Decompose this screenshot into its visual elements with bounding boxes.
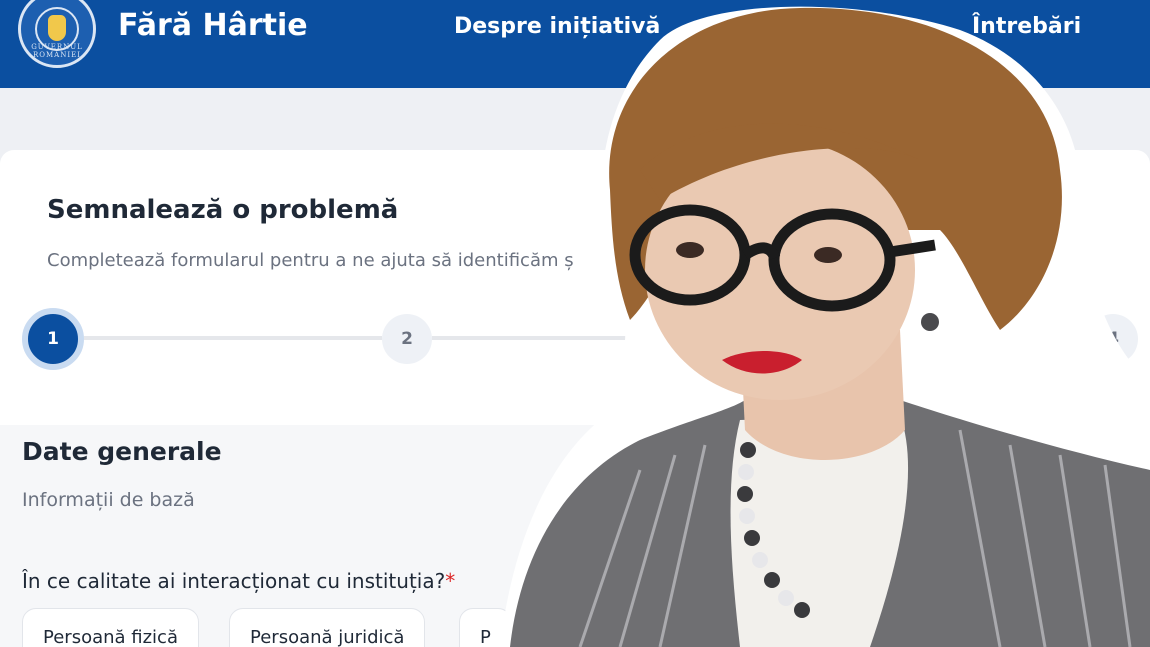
right-eye bbox=[814, 247, 842, 263]
left-eye bbox=[676, 242, 704, 258]
earring bbox=[921, 313, 939, 331]
overlaid-person-photo bbox=[500, 6, 1150, 647]
